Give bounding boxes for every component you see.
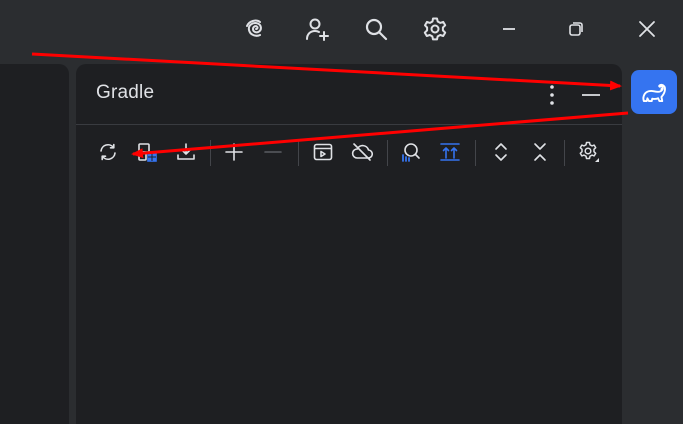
right-tool-stripe [624, 60, 683, 424]
gradle-stripe-button[interactable] [631, 70, 677, 114]
analyze-dependencies-icon [402, 143, 420, 162]
collapse-minus-icon [264, 151, 282, 153]
collapse-all-icon [534, 143, 546, 161]
restore-icon [569, 22, 583, 36]
restore-window-button[interactable] [557, 10, 595, 48]
collapse-button[interactable] [259, 138, 287, 166]
toolbar-separator [210, 140, 211, 166]
hide-panel-button[interactable] [578, 82, 604, 108]
ide-settings-button[interactable] [416, 10, 454, 48]
settings-gear-icon [423, 17, 447, 41]
toggle-offline-mode-button[interactable] [348, 138, 376, 166]
code-with-me-button[interactable] [298, 10, 336, 48]
show-toolwindow-icon [440, 143, 460, 161]
close-icon [639, 21, 655, 37]
gradle-settings-icon [579, 141, 599, 162]
panel-title: Gradle [96, 82, 155, 103]
offline-mode-icon [351, 143, 373, 161]
ai-assistant-button[interactable] [237, 10, 275, 48]
hide-minimize-icon [582, 94, 600, 96]
expand-all-icon [495, 143, 507, 161]
more-vertical-icon [550, 85, 554, 105]
link-project-icon [138, 143, 157, 162]
analyze-dependencies-button[interactable] [396, 138, 424, 166]
add-user-icon [306, 18, 329, 41]
toolbar-separator [298, 140, 299, 166]
search-everywhere-button[interactable] [357, 10, 395, 48]
execute-task-icon [313, 143, 333, 161]
minimize-icon [503, 28, 515, 30]
expand-button[interactable] [220, 138, 248, 166]
execute-gradle-task-button[interactable] [309, 138, 337, 166]
download-sources-button[interactable] [172, 138, 200, 166]
show-toolwindow-button[interactable] [436, 138, 464, 166]
gradle-elephant-icon [642, 83, 666, 103]
expand-all-button[interactable] [487, 138, 515, 166]
toolbar-separator [387, 140, 388, 166]
title-bar [0, 0, 683, 60]
expand-plus-icon [225, 143, 243, 161]
gradle-tool-window: Gradle [76, 64, 622, 424]
toolbar-separator [475, 140, 476, 166]
reload-icon [100, 143, 116, 161]
download-sources-icon [177, 143, 195, 160]
build-tool-settings-button[interactable] [575, 138, 603, 166]
toolbar-separator [564, 140, 565, 166]
reload-all-gradle-projects-button[interactable] [94, 138, 122, 166]
close-window-button[interactable] [628, 10, 666, 48]
panel-options-button[interactable] [539, 82, 565, 108]
gradle-panel-header: Gradle [76, 64, 622, 124]
link-gradle-project-button[interactable] [133, 138, 161, 166]
panel-divider [76, 124, 622, 125]
gradle-toolbar [76, 136, 622, 168]
collapse-all-button[interactable] [526, 138, 554, 166]
search-icon [365, 18, 388, 41]
ai-spiral-icon [246, 19, 262, 37]
minimize-window-button[interactable] [490, 10, 528, 48]
left-tool-window [0, 64, 69, 424]
